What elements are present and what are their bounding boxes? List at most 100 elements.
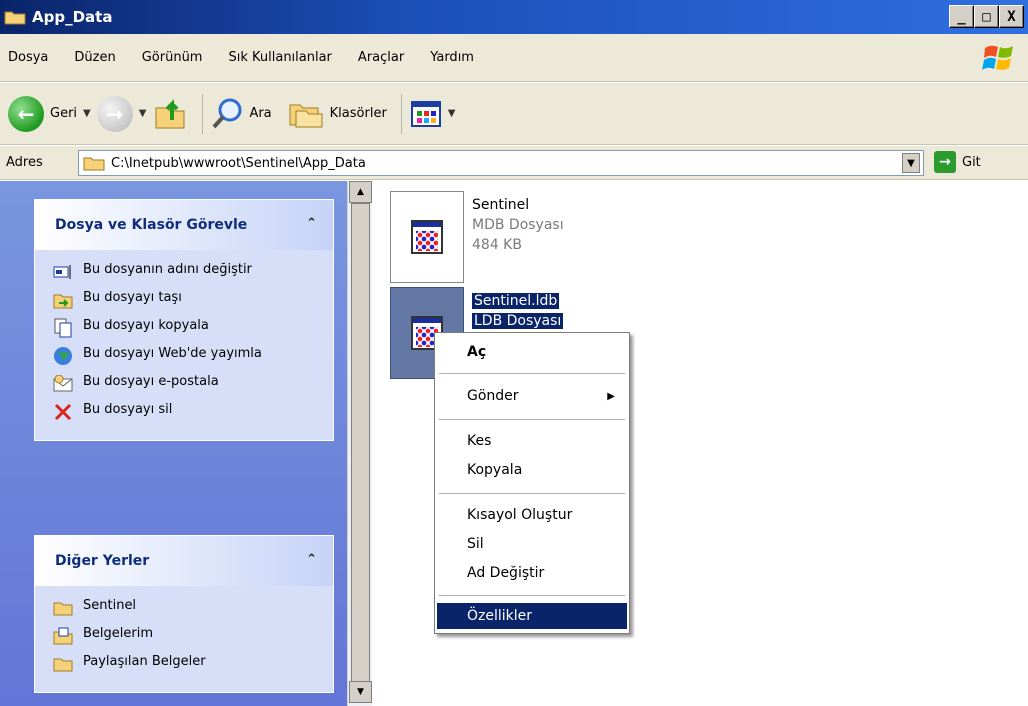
file-type: MDB Dosyası [472,217,564,233]
task-email[interactable]: Bu dosyayı e-postala [53,374,323,394]
submenu-arrow-icon: ▶ [607,390,615,402]
chevron-down-icon[interactable]: ▼ [83,108,91,119]
collapse-icon[interactable]: ⌃ [306,216,317,231]
globe-icon [53,346,73,366]
file-tasks-list: Bu dosyanın adını değiştir Bu dosyayı ta… [35,250,333,440]
database-file-icon [390,191,464,283]
scroll-up-button[interactable]: ▲ [349,181,372,203]
place-sentinel[interactable]: Sentinel [53,598,323,618]
task-label: Bu dosyayı taşı [83,290,182,305]
folder-icon [53,598,73,618]
menu-item-open[interactable]: Aç [437,339,627,365]
other-places-title: Diğer Yerler [55,553,150,569]
menu-bar: Dosya Düzen Görünüm Sık Kullanılanlar Ar… [0,34,1028,82]
views-button[interactable]: ▼ [410,100,456,128]
toolbar-separator [202,93,204,134]
context-menu: Aç Gönder ▶ Kes Kopyala Kısayol Oluştur … [434,332,630,634]
close-button[interactable]: X [999,5,1024,28]
scroll-down-button[interactable]: ▼ [349,681,372,703]
address-path: C:\Inetpub\wwwroot\Sentinel\App_Data [111,155,366,171]
menu-help[interactable]: Yardım [430,50,474,65]
task-pane: Dosya ve Klasör Görevle ⌃ Bu dosyanın ad… [0,181,370,706]
task-label: Bu dosyayı kopyala [83,318,209,333]
menu-item-copy[interactable]: Kopyala [437,457,627,483]
menu-item-cut[interactable]: Kes [437,428,627,454]
file-tasks-header[interactable]: Dosya ve Klasör Görevle ⌃ [35,200,333,250]
menu-item-send-to[interactable]: Gönder ▶ [437,383,627,409]
views-icon [410,100,441,127]
menu-file[interactable]: Dosya [8,50,48,65]
menu-item-delete[interactable]: Sil [437,531,627,557]
task-copy[interactable]: Bu dosyayı kopyala [53,318,323,338]
folder-icon [4,9,26,25]
address-field[interactable]: C:\Inetpub\wwwroot\Sentinel\App_Data [78,150,924,176]
up-folder-button[interactable] [152,96,188,132]
place-my-documents[interactable]: Belgelerim [53,626,323,646]
menu-item-label: Gönder [467,388,519,404]
maximize-button[interactable]: □ [974,5,999,28]
minimize-button[interactable]: _ [949,5,974,28]
folders-label: Klasörler [329,106,387,121]
file-size: 484 KB [472,237,522,253]
task-publish-web[interactable]: Bu dosyayı Web'de yayımla [53,346,323,366]
file-item[interactable]: Sentinel MDB Dosyası 484 KB [390,191,564,283]
task-move[interactable]: Bu dosyayı taşı [53,290,323,310]
menu-separator [439,373,625,374]
place-label: Sentinel [83,598,137,613]
menu-favorites[interactable]: Sık Kullanılanlar [228,50,331,65]
menu-view[interactable]: Görünüm [142,50,203,65]
toolbar-separator [400,93,402,134]
menu-edit[interactable]: Düzen [74,50,115,65]
copy-icon [53,318,73,338]
scroll-thumb[interactable] [351,203,370,683]
go-arrow-icon: → [934,151,956,173]
folder-icon [83,157,105,171]
place-label: Belgelerim [83,626,154,641]
folders-button[interactable]: Klasörler [288,99,387,129]
menu-separator [439,595,625,596]
search-label: Ara [249,106,272,121]
file-tasks-title: Dosya ve Klasör Görevle [55,217,248,233]
task-label: Bu dosyayı e-postala [83,374,219,389]
task-label: Bu dosyayı sil [83,402,173,417]
file-name: Sentinel.ldb [472,293,560,309]
task-delete[interactable]: Bu dosyayı sil [53,402,323,422]
search-button[interactable]: Ara [211,97,272,131]
other-places-panel: Diğer Yerler ⌃ Sentinel Belgelerim Payla… [34,535,334,693]
window-title: App_Data [32,8,113,26]
menu-item-create-shortcut[interactable]: Kısayol Oluştur [437,502,627,528]
go-button[interactable]: → Git [934,151,981,173]
chevron-down-icon[interactable]: ▼ [139,108,147,119]
folders-icon [289,104,323,127]
up-folder-icon [155,98,185,128]
place-shared-documents[interactable]: Paylaşılan Belgeler [53,654,323,674]
address-dropdown-button[interactable]: ▼ [902,153,920,173]
file-tasks-panel: Dosya ve Klasör Görevle ⌃ Bu dosyanın ad… [34,199,334,441]
rename-icon [53,262,73,282]
chevron-down-icon[interactable]: ▼ [448,108,456,119]
go-label: Git [962,154,981,170]
shared-folder-icon [53,654,73,674]
file-name: Sentinel [472,197,530,213]
menu-item-properties[interactable]: Özellikler [437,603,627,629]
other-places-header[interactable]: Diğer Yerler ⌃ [35,536,333,586]
task-pane-scrollbar[interactable]: ▲ ▼ [347,181,372,706]
task-rename[interactable]: Bu dosyanın adını değiştir [53,262,323,282]
documents-folder-icon [53,626,73,646]
delete-icon [53,402,73,422]
task-label: Bu dosyayı Web'de yayımla [83,346,262,361]
collapse-icon[interactable]: ⌃ [306,552,317,567]
address-bar: Adres C:\Inetpub\wwwroot\Sentinel\App_Da… [0,146,1028,180]
back-arrow-icon: ← [8,95,44,132]
menu-tools[interactable]: Araçlar [358,50,404,65]
email-icon [53,374,73,394]
task-label: Bu dosyanın adını değiştir [83,262,252,277]
menu-separator [439,419,625,420]
forward-arrow-icon: → [96,95,133,132]
back-button[interactable]: ← Geri ▼ [8,95,91,132]
move-icon [53,290,73,310]
windows-logo-icon [982,42,1016,74]
forward-button[interactable]: → ▼ [96,95,147,132]
toolbar: ← Geri ▼ → ▼ Ara Klasörler ▼ [0,83,1028,145]
menu-item-rename[interactable]: Ad Değiştir [437,560,627,586]
